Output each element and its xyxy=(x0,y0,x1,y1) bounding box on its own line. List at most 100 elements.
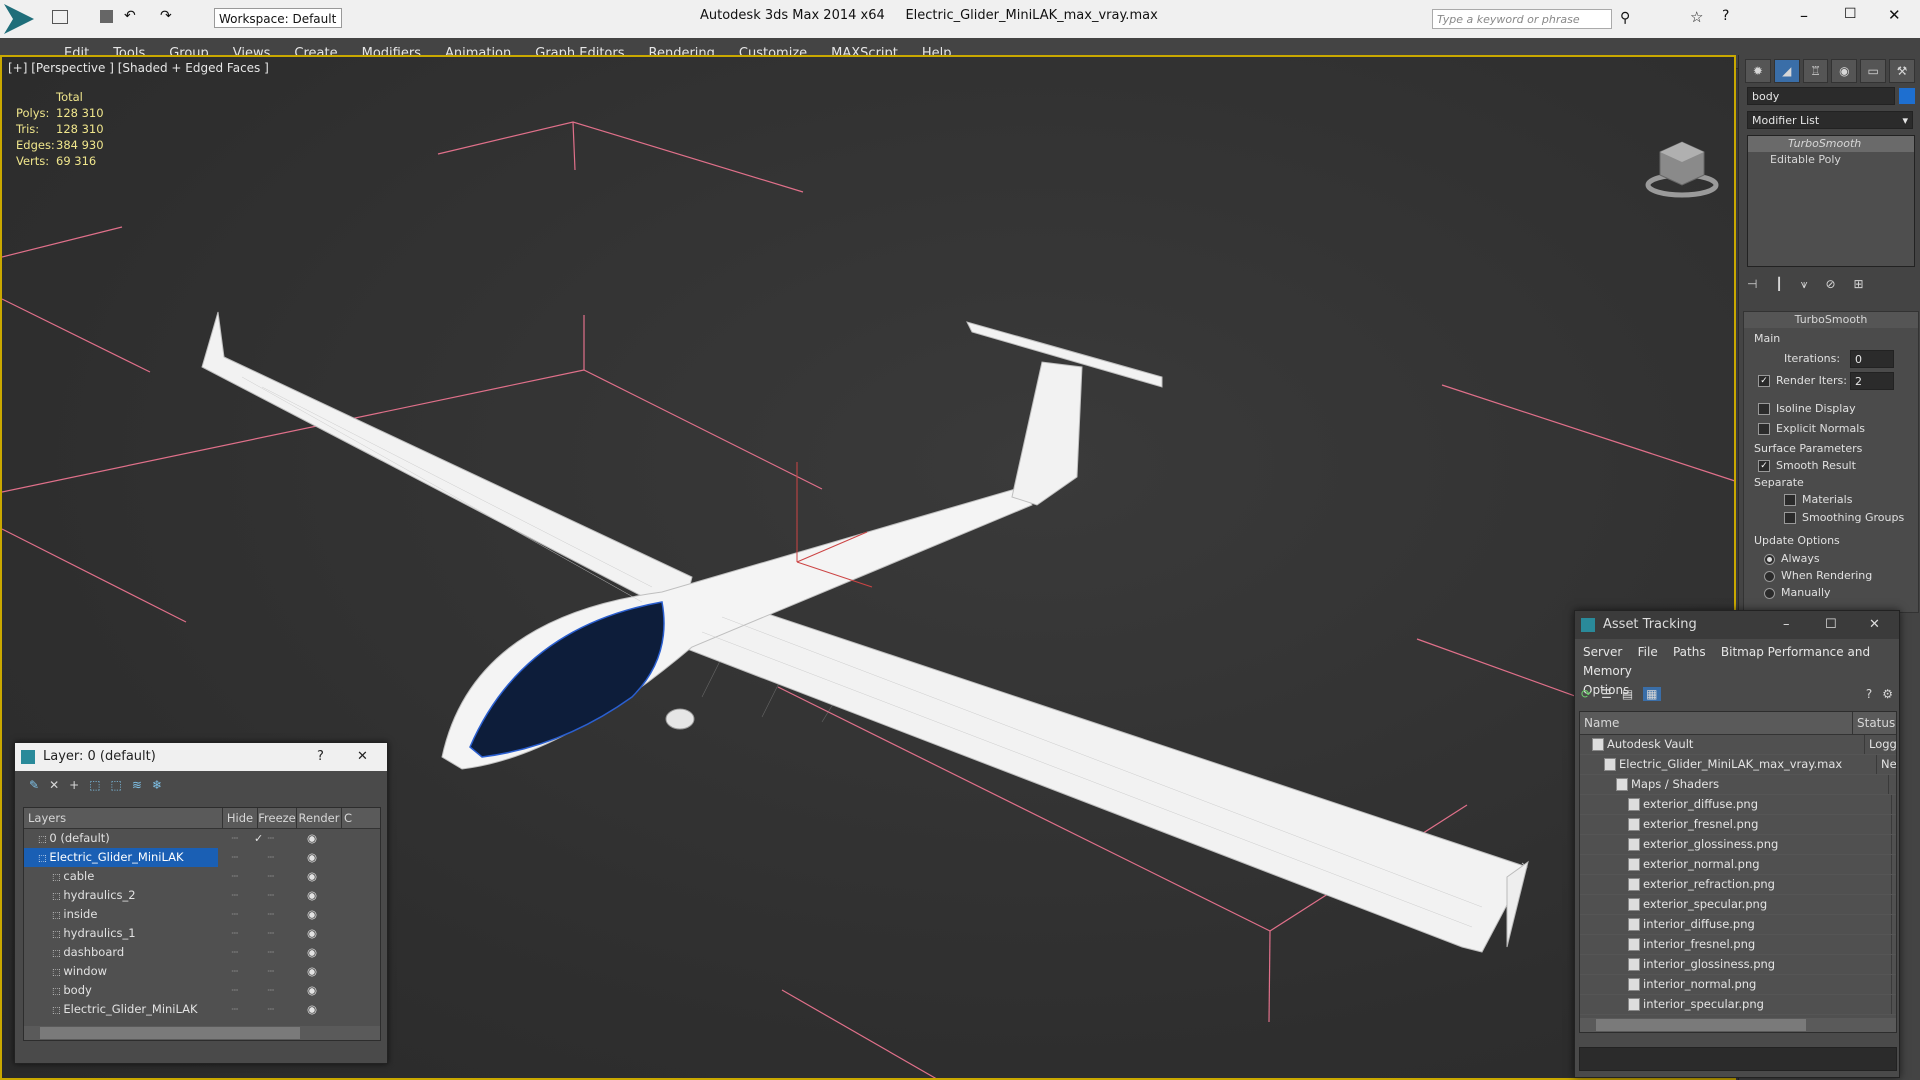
asset-name-cell[interactable]: exterior_refraction.png xyxy=(1580,875,1892,894)
render-toggle[interactable]: ◉ xyxy=(290,962,334,981)
checkbox[interactable] xyxy=(1758,423,1770,435)
maximize-button[interactable]: ☐ xyxy=(1844,6,1857,22)
menu-file[interactable]: File xyxy=(1638,645,1658,659)
create-tab-icon[interactable]: ✹ xyxy=(1745,59,1771,83)
asset-row[interactable]: Maps / Shaders xyxy=(1580,775,1896,795)
column-name[interactable]: Name xyxy=(1580,712,1853,734)
asset-name-cell[interactable]: exterior_normal.png xyxy=(1580,855,1892,874)
freeze-toggle[interactable]: ┄ xyxy=(252,905,290,924)
explicit-normals-checkbox[interactable]: Explicit Normals xyxy=(1758,422,1865,435)
render-iters-row[interactable]: ✓ Render Iters: xyxy=(1758,374,1847,387)
column-color[interactable]: C xyxy=(342,808,354,828)
asset-row[interactable]: interior_normal.png Found xyxy=(1580,975,1896,995)
asset-path-field[interactable] xyxy=(1579,1047,1897,1071)
settings-icon[interactable]: ⚙ xyxy=(1882,687,1893,701)
freeze-toggle[interactable]: ┄ xyxy=(252,943,290,962)
rollout-title[interactable]: TurboSmooth xyxy=(1744,312,1918,328)
render-toggle[interactable]: ◉ xyxy=(290,867,334,886)
smooth-result-checkbox[interactable]: ✓ Smooth Result xyxy=(1758,459,1856,472)
manually-radio[interactable]: Manually xyxy=(1764,586,1831,599)
workspace-dropdown[interactable]: Workspace: Default xyxy=(214,8,342,28)
radio[interactable] xyxy=(1764,587,1775,599)
column-layers[interactable]: Layers xyxy=(24,808,223,828)
asset-name-cell[interactable]: interior_diffuse.png xyxy=(1580,915,1892,934)
asset-row[interactable]: interior_fresnel.png Found xyxy=(1580,935,1896,955)
asset-row[interactable]: interior_specular.png Found xyxy=(1580,995,1896,1015)
asset-name-cell[interactable]: exterior_glossiness.png xyxy=(1580,835,1892,854)
checkbox[interactable] xyxy=(1784,494,1796,506)
asset-name-cell[interactable]: Maps / Shaders xyxy=(1580,775,1889,794)
save-icon[interactable] xyxy=(100,10,113,23)
modifier-stack[interactable]: TurboSmooth Editable Poly xyxy=(1747,135,1915,267)
layer-name[interactable]: ⬚ inside xyxy=(24,905,218,924)
column-hide[interactable]: Hide xyxy=(223,808,258,828)
asset-row[interactable]: Electric_Glider_MiniLAK_max_vray.max Netw… xyxy=(1580,755,1896,775)
minimize-button[interactable]: – xyxy=(1800,6,1808,25)
new-layer-icon[interactable]: ✎ xyxy=(29,778,39,792)
hide-toggle[interactable]: ┄ xyxy=(218,867,252,886)
add-selection-icon[interactable]: + xyxy=(69,778,79,792)
column-status[interactable]: Status xyxy=(1853,712,1895,734)
layer-row[interactable]: ⬚ dashboard ┄ ┄ ◉ xyxy=(24,943,380,962)
asset-row[interactable]: exterior_refraction.png Found xyxy=(1580,875,1896,895)
render-iters-spinner[interactable]: 2 xyxy=(1850,372,1894,390)
freeze-toggle[interactable]: ┄ xyxy=(252,1000,290,1019)
scrollbar-thumb[interactable] xyxy=(40,1027,300,1039)
app-logo-icon[interactable] xyxy=(4,4,34,34)
layer-row[interactable]: ⬚ hydraulics_2 ┄ ┄ ◉ xyxy=(24,886,380,905)
freeze-toggle[interactable]: ┄ xyxy=(252,848,290,867)
hierarchy-tab-icon[interactable]: ♖ xyxy=(1802,59,1829,83)
hide-toggle[interactable]: ┄ xyxy=(218,848,252,867)
table-view-icon[interactable]: ▦ xyxy=(1643,687,1661,701)
freeze-toggle[interactable]: ┄ xyxy=(252,962,290,981)
asset-row[interactable]: exterior_specular.png Found xyxy=(1580,895,1896,915)
stack-item-editable-poly[interactable]: Editable Poly xyxy=(1748,152,1914,168)
select-objects-icon[interactable]: ⬚ xyxy=(89,778,100,792)
hide-toggle[interactable]: ┄ xyxy=(218,981,252,1000)
column-freeze[interactable]: Freeze xyxy=(258,808,297,828)
freeze-toggle[interactable]: ┄ xyxy=(252,886,290,905)
asset-row[interactable]: exterior_glossiness.png Found xyxy=(1580,835,1896,855)
layer-row[interactable]: ⬚ Electric_Glider_MiniLAK ┄ ┄ ◉ xyxy=(24,1000,380,1019)
materials-checkbox[interactable]: Materials xyxy=(1784,493,1852,506)
maximize-icon[interactable]: ☐ xyxy=(1825,611,1837,639)
freeze-toggle[interactable]: ┄ xyxy=(252,981,290,1000)
render-toggle[interactable]: ◉ xyxy=(290,924,334,943)
asset-name-cell[interactable]: interior_specular.png xyxy=(1580,995,1892,1014)
undo-icon[interactable]: ↶ xyxy=(124,8,136,24)
pin-stack-icon[interactable]: ⊣ xyxy=(1747,277,1757,297)
layer-row[interactable]: ⬚ body ┄ ┄ ◉ xyxy=(24,981,380,1000)
layer-name[interactable]: ⬚ Electric_Glider_MiniLAK xyxy=(24,848,218,867)
layer-name[interactable]: ⬚ Electric_Glider_MiniLAK xyxy=(24,1000,218,1019)
asset-row[interactable]: interior_diffuse.png Found xyxy=(1580,915,1896,935)
isoline-display-checkbox[interactable]: Isoline Display xyxy=(1758,402,1856,415)
layer-row[interactable]: ⬚ Electric_Glider_MiniLAK ┄ ┄ ◉ xyxy=(24,848,380,867)
render-toggle[interactable]: ◉ xyxy=(290,829,334,848)
hide-toggle[interactable]: ┄ xyxy=(218,829,252,848)
hide-toggle[interactable]: ┄ xyxy=(218,924,252,943)
layer-name[interactable]: ⬚ window xyxy=(24,962,218,981)
smoothing-groups-checkbox[interactable]: Smoothing Groups xyxy=(1784,511,1904,524)
checkbox[interactable]: ✓ xyxy=(1758,375,1770,387)
modifier-list-dropdown[interactable]: Modifier List ▾ xyxy=(1747,111,1913,129)
asset-row[interactable]: interior_glossiness.png Found xyxy=(1580,955,1896,975)
render-toggle[interactable]: ◉ xyxy=(290,1000,334,1019)
tree-view-icon[interactable]: ▤ xyxy=(1622,687,1633,701)
radio[interactable] xyxy=(1764,553,1775,565)
minimize-icon[interactable]: – xyxy=(1783,611,1790,639)
layer-row[interactable]: ⬚ 0 (default) ✓ ┄ ┄ ◉ xyxy=(24,829,380,848)
refresh-icon[interactable]: ⟳ xyxy=(1581,687,1591,701)
asset-name-cell[interactable]: exterior_fresnel.png xyxy=(1580,815,1892,834)
freeze-all-icon[interactable]: ❄ xyxy=(152,778,162,792)
layer-name[interactable]: ⬚ cable xyxy=(24,867,218,886)
modify-tab-icon[interactable]: ◢ xyxy=(1773,59,1800,83)
remove-modifier-icon[interactable]: ⊘ xyxy=(1825,277,1835,297)
highlight-layer-icon[interactable]: ⬚ xyxy=(111,778,122,792)
close-icon[interactable]: ✕ xyxy=(357,743,368,771)
iterations-spinner[interactable]: 0 xyxy=(1850,350,1894,368)
when-rendering-radio[interactable]: When Rendering xyxy=(1764,569,1872,582)
menu-paths[interactable]: Paths xyxy=(1673,645,1706,659)
always-radio[interactable]: Always xyxy=(1764,552,1820,565)
configure-sets-icon[interactable]: ⊞ xyxy=(1854,277,1864,297)
help-icon[interactable]: ? xyxy=(1866,687,1872,701)
